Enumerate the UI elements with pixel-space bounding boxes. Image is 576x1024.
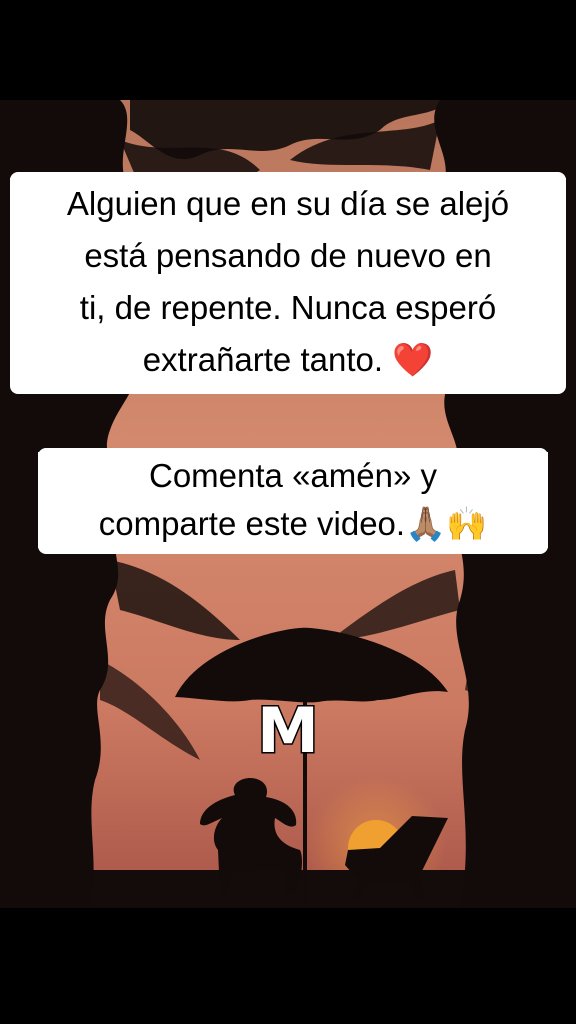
- caption-line: comparte este video.🙏🏽🙌: [38, 500, 548, 548]
- caption-line: Alguien que en su día se alejó: [10, 178, 566, 230]
- caption-line: ti, de repente. Nunca esperó: [10, 282, 566, 334]
- call-to-action-caption: Comenta «amén» y comparte este video.🙏🏽🙌: [38, 448, 548, 554]
- caption-line: Comenta «amén» y: [38, 452, 548, 500]
- main-caption: Alguien que en su día se alejó está pens…: [10, 172, 566, 394]
- caption-line: extrañarte tanto. ❤️: [10, 334, 566, 386]
- watermark-logo: M: [256, 694, 321, 767]
- video-frame: Alguien que en su día se alejó está pens…: [0, 0, 576, 1024]
- caption-line: está pensando de nuevo en: [10, 230, 566, 282]
